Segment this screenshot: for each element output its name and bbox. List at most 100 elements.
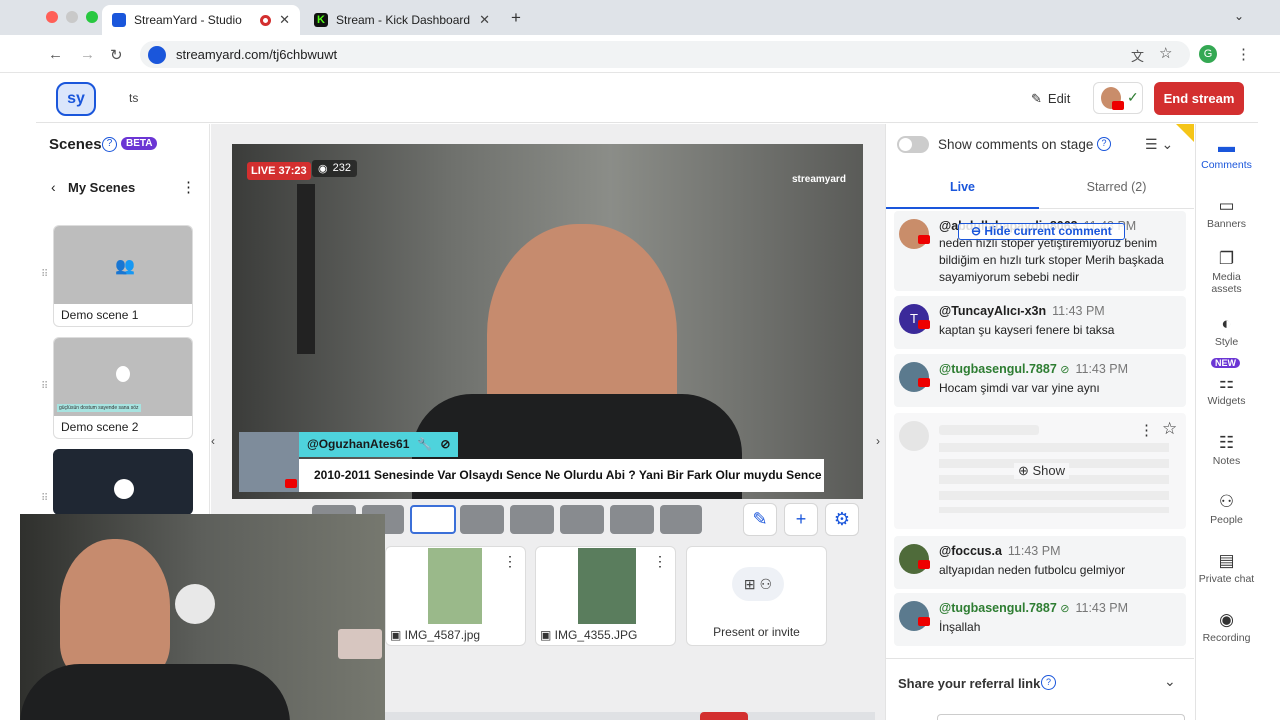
- tab-search-chevron-icon[interactable]: ⌄: [1234, 9, 1244, 23]
- filter-sliders-icon[interactable]: ☰ ⌄: [1145, 136, 1173, 153]
- comment-item[interactable]: @abdullahapaydin806311:43 PM neden hızlı…: [894, 211, 1186, 291]
- minimize-window-dot[interactable]: [66, 11, 78, 23]
- show-comment-button[interactable]: ⊕ Show: [1014, 463, 1070, 479]
- star-icon[interactable]: ☆: [1162, 419, 1177, 439]
- end-stream-button[interactable]: End stream: [1154, 82, 1244, 115]
- banner-icon: ▭: [1218, 196, 1235, 215]
- commenter-name: @tugbasengul.7887: [939, 362, 1057, 376]
- settings-button[interactable]: ⚙: [825, 503, 859, 536]
- hide-current-comment-button[interactable]: ⊖ Hide current comment: [958, 223, 1125, 240]
- record-icon: ◉: [1219, 610, 1234, 629]
- rail-comments[interactable]: ▬ Comments: [1195, 137, 1258, 171]
- destination-avatar-button[interactable]: ✓: [1093, 82, 1143, 114]
- present-or-invite-label: Present or invite: [713, 625, 800, 639]
- banner-username: @OguzhanAtes61 🔧 ⊘: [299, 432, 459, 457]
- help-icon[interactable]: ?: [1097, 137, 1111, 151]
- maximize-window-dot[interactable]: [86, 11, 98, 23]
- layout-leader-button[interactable]: [460, 505, 504, 534]
- back-arrow-icon[interactable]: ←: [48, 46, 63, 63]
- broadcast-title[interactable]: ts: [129, 91, 138, 105]
- layout-group-button[interactable]: [410, 505, 456, 534]
- rail-style[interactable]: ◐ Style: [1195, 314, 1258, 348]
- layout-sidebar-button[interactable]: [560, 505, 604, 534]
- collapse-right-chevron-icon[interactable]: ›: [876, 434, 880, 448]
- bookmark-star-icon[interactable]: ☆: [1159, 44, 1172, 62]
- rail-people[interactable]: ⚇ People: [1195, 492, 1258, 526]
- layout-pip-button[interactable]: [610, 505, 654, 534]
- comment-menu-icon[interactable]: ⋮: [1139, 421, 1154, 439]
- comment-item[interactable]: @tugbasengul.7887 ⊘ 11:43 PM Hocam şimdi …: [894, 354, 1186, 407]
- edit-layout-button[interactable]: ✎: [743, 503, 777, 536]
- tab-kick[interactable]: K Stream - Kick Dashboard ✕: [304, 5, 500, 35]
- streamyard-logo[interactable]: sy: [56, 82, 96, 116]
- comment-item[interactable]: @foccus.a 11:43 PM altyapıdan neden futbo…: [894, 536, 1186, 589]
- close-tab-icon[interactable]: ✕: [279, 12, 290, 28]
- profile-avatar[interactable]: G: [1199, 45, 1217, 63]
- commenter-name: @tugbasengul.7887: [939, 601, 1057, 615]
- close-window-dot[interactable]: [46, 11, 58, 23]
- scene-card-3[interactable]: [53, 449, 193, 515]
- edit-button[interactable]: ✎ Edit: [1031, 91, 1070, 107]
- drag-handle-icon[interactable]: ⠿: [41, 493, 48, 504]
- layout-fullscreen-button[interactable]: [660, 505, 702, 534]
- referral-label: Share your referral link: [898, 676, 1041, 691]
- live-badge: LIVE 37:23: [247, 162, 311, 180]
- media-card-1[interactable]: ⋮ ▣ IMG_4587.jpg: [385, 546, 526, 646]
- close-tab-icon[interactable]: ✕: [479, 12, 490, 28]
- add-button[interactable]: +: [784, 503, 818, 536]
- back-chevron-icon[interactable]: ‹: [51, 179, 56, 195]
- forward-arrow-icon[interactable]: →: [80, 46, 95, 63]
- rail-media-assets[interactable]: ❐ Media assets: [1195, 249, 1258, 295]
- scene-card-1[interactable]: 👥 Demo scene 1: [53, 225, 193, 327]
- url-field[interactable]: streamyard.com/tj6chbwuwt: [140, 41, 1190, 68]
- scenes-menu-icon[interactable]: ⋮: [181, 178, 196, 196]
- youtube-icon: [918, 617, 930, 626]
- rail-banners[interactable]: ▭ Banners: [1195, 196, 1258, 230]
- beta-badge: BETA: [121, 137, 158, 150]
- comment-item[interactable]: @tugbasengul.7887 ⊘ 11:43 PM İnşallah: [894, 593, 1186, 646]
- media-menu-icon[interactable]: ⋮: [653, 553, 667, 570]
- rail-notes[interactable]: ☷ Notes: [1195, 433, 1258, 467]
- scene-card-2[interactable]: güçlüsün dostum sayende sana söz Demo sc…: [53, 337, 193, 439]
- chevron-down-icon[interactable]: ⌄: [1164, 673, 1176, 690]
- toggle-knob: [899, 138, 912, 151]
- reload-icon[interactable]: ↻: [110, 46, 123, 64]
- commenter-name: @TuncayAlıcı-x3n: [939, 304, 1047, 318]
- new-tab-button[interactable]: +: [511, 8, 521, 28]
- comment-input-peek[interactable]: [937, 714, 1185, 720]
- comment-item[interactable]: T @TuncayAlıcı-x3n 11:43 PM kaptan şu kay…: [894, 296, 1186, 349]
- scene-ticker: güçlüsün dostum sayende sana söz: [57, 404, 141, 412]
- media-thumbnail: [428, 548, 482, 624]
- translate-icon[interactable]: 文: [1131, 46, 1144, 65]
- host-thumbnail-avatar: [114, 479, 134, 499]
- layout-screen-button[interactable]: [510, 505, 554, 534]
- hidden-comment-item[interactable]: ⋮ ☆ ⊕ Show: [894, 413, 1186, 529]
- referral-section[interactable]: Share your referral link ? ⌄: [886, 658, 1194, 708]
- collapse-left-chevron-icon[interactable]: ‹: [211, 434, 215, 448]
- help-icon[interactable]: ?: [102, 137, 117, 152]
- live-stage[interactable]: LIVE 37:23 ◉ 232 streamyard @OguzhanAtes6…: [232, 144, 863, 499]
- present-invite-icon: ⊞ ⚇: [732, 567, 784, 601]
- notes-icon: ☷: [1218, 433, 1235, 452]
- youtube-icon: [918, 235, 930, 244]
- tab-starred[interactable]: Starred (2): [1039, 175, 1194, 209]
- show-comments-toggle[interactable]: [897, 136, 929, 153]
- comment-time: 11:43 PM: [1075, 362, 1129, 376]
- help-icon[interactable]: ?: [1041, 675, 1056, 690]
- banner-avatar: [239, 432, 299, 492]
- media-card-2[interactable]: ⋮ ▣ IMG_4355.JPG: [535, 546, 676, 646]
- tab-streamyard[interactable]: StreamYard - Studio ✕: [102, 5, 300, 35]
- leave-button-peek[interactable]: [700, 712, 748, 720]
- drag-handle-icon[interactable]: ⠿: [41, 381, 48, 392]
- rail-widgets[interactable]: ⚏ Widgets: [1195, 373, 1258, 407]
- youtube-icon: [918, 320, 930, 329]
- media-menu-icon[interactable]: ⋮: [503, 553, 517, 570]
- browser-menu-icon[interactable]: ⋮: [1236, 45, 1251, 63]
- rail-recording[interactable]: ◉ Recording: [1195, 610, 1258, 644]
- tab-live[interactable]: Live: [886, 175, 1039, 209]
- drag-handle-icon[interactable]: ⠿: [41, 269, 48, 280]
- present-or-invite-card[interactable]: ⊞ ⚇ Present or invite: [686, 546, 827, 646]
- my-scenes-label: My Scenes: [68, 180, 136, 195]
- rail-private-chat[interactable]: ▤ Private chat: [1195, 551, 1258, 585]
- site-info-icon[interactable]: [148, 45, 166, 64]
